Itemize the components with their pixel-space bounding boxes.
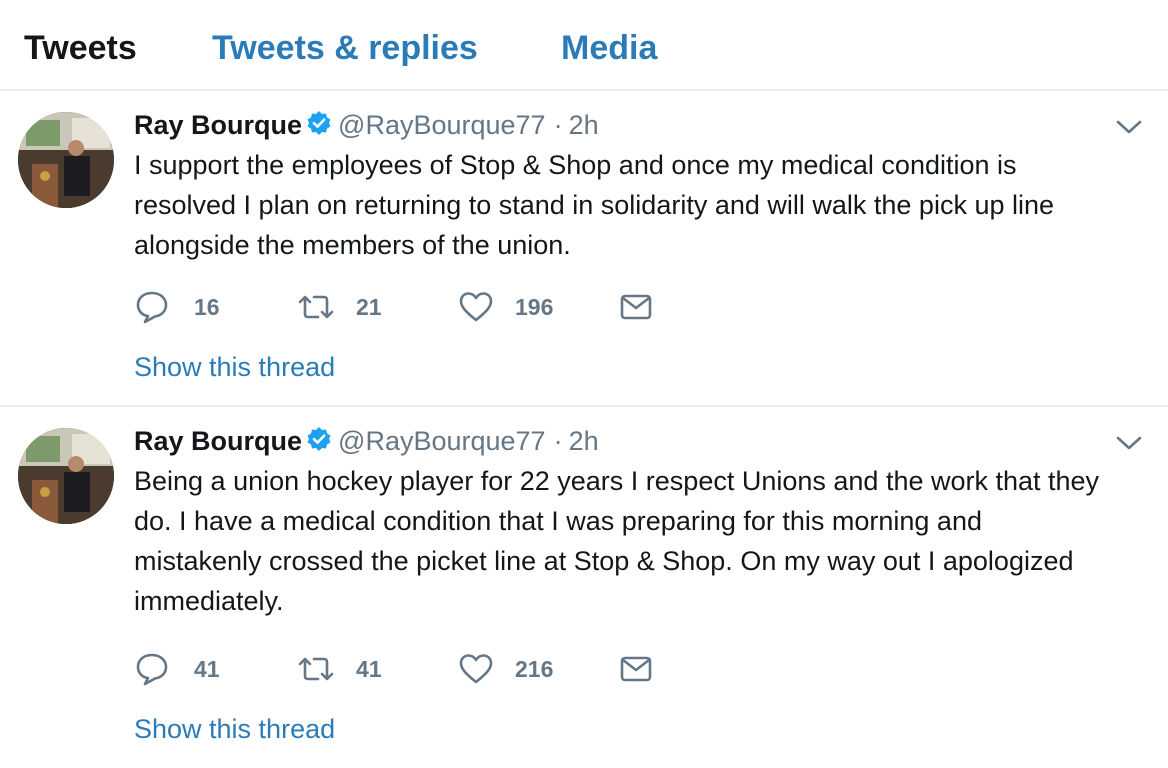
tab-tweets[interactable]: Tweets: [24, 30, 137, 66]
reply-count: 41: [194, 656, 220, 682]
like-count: 196: [515, 294, 554, 320]
tweet-header: Ray Bourque @RayBourque77 · 2h: [134, 426, 599, 460]
tweet-timestamp[interactable]: 2h: [569, 426, 599, 457]
chevron-down-icon[interactable]: [1116, 434, 1142, 452]
reply-count: 16: [194, 294, 220, 320]
tweet[interactable]: Ray Bourque @RayBourque77 · 2h I support th…: [0, 91, 1168, 407]
tweet-text: Being a union hockey player for 22 years…: [134, 466, 1100, 616]
tweet-text: I support the employees of Stop & Shop a…: [134, 150, 1055, 260]
tab-media[interactable]: Media: [561, 30, 657, 66]
author-name[interactable]: Ray Bourque: [134, 426, 302, 457]
separator-dot: ·: [553, 426, 563, 456]
verified-badge-icon: [306, 426, 332, 452]
retweet-count: 41: [356, 656, 382, 682]
show-thread-link[interactable]: Show this thread: [134, 352, 335, 383]
tab-tweets-and-replies[interactable]: Tweets & replies: [212, 30, 478, 66]
show-thread-link[interactable]: Show this thread: [134, 714, 335, 745]
tweet[interactable]: Ray Bourque @RayBourque77 · 2h Being a unio…: [0, 407, 1168, 768]
avatar[interactable]: [18, 428, 114, 524]
tweet-timestamp[interactable]: 2h: [569, 110, 599, 141]
like-count: 216: [515, 656, 554, 682]
profile-tabs: Tweets Tweets & replies Media: [0, 0, 1168, 91]
author-handle[interactable]: @RayBourque77: [338, 426, 546, 457]
tweet-header: Ray Bourque @RayBourque77 · 2h: [134, 110, 599, 144]
separator-dot: ·: [553, 110, 563, 140]
avatar[interactable]: [18, 112, 114, 208]
verified-badge-icon: [306, 110, 332, 136]
author-name[interactable]: Ray Bourque: [134, 110, 302, 141]
chevron-down-icon[interactable]: [1116, 118, 1142, 136]
author-handle[interactable]: @RayBourque77: [338, 110, 546, 141]
retweet-count: 21: [356, 294, 382, 320]
